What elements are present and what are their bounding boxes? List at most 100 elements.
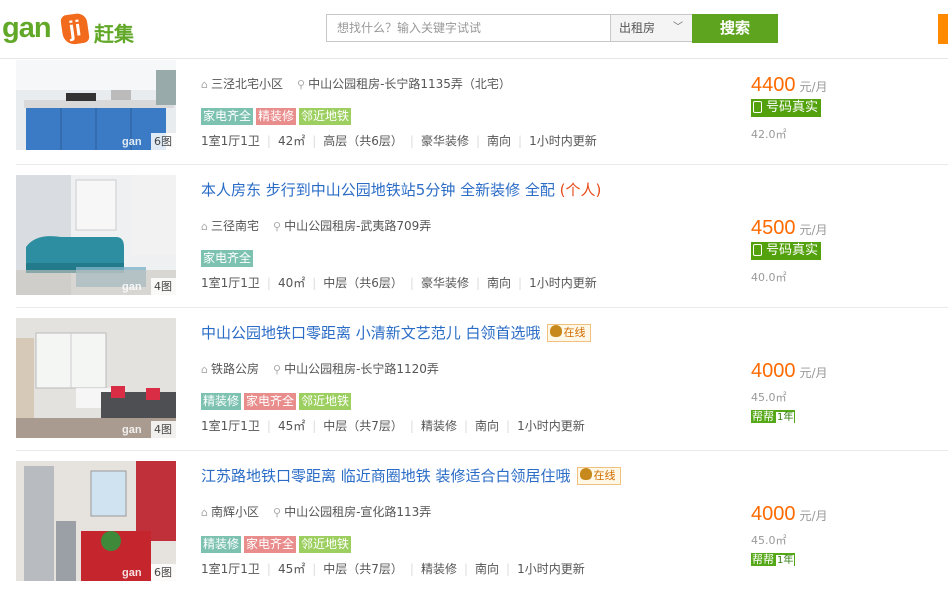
verify-label: 号码真实 bbox=[766, 243, 819, 258]
size: 42㎡ bbox=[277, 134, 306, 148]
listing-address: ⌂ 三径南宅 ⚲ 中山公园租房-武夷路709弄 bbox=[201, 217, 431, 234]
location-pin-icon: ⚲ bbox=[297, 78, 306, 91]
listing-meta: 1室1厅1卫 | 40㎡ | 中层（共6层） | 豪华装修 | 南向 | 1小时内更新 bbox=[201, 276, 597, 290]
living-room-photo bbox=[16, 175, 176, 295]
location-pin-icon: ⚲ bbox=[273, 363, 282, 376]
bangbang-badge[interactable]: 帮帮 1年 bbox=[751, 553, 796, 566]
update-time: 1小时内更新 bbox=[517, 562, 585, 576]
listing-item: gan 6图 ⌂ 三泾北宅小区 ⚲ 中山公园租房-长宁路1135弄（北宅） 家电齐全精… bbox=[0, 30, 948, 173]
update-time: 1小时内更新 bbox=[517, 419, 585, 433]
decoration: 精装修 bbox=[420, 562, 457, 576]
listing-title-text: 江苏路地铁口零距离 临近商圈地铁 装修适合白领居住哦 bbox=[201, 467, 571, 485]
location-pin-icon: ⚲ bbox=[273, 220, 282, 233]
kitchen-photo bbox=[16, 461, 176, 581]
orientation: 南向 bbox=[475, 419, 500, 433]
update-time: 1小时内更新 bbox=[529, 276, 597, 290]
listing-photo[interactable]: gan 6图 bbox=[16, 461, 176, 581]
floor: 高层（共6层） bbox=[323, 134, 403, 148]
listing-area: 42.0㎡ bbox=[751, 128, 787, 141]
personal-label: (个人) bbox=[559, 181, 602, 199]
listing-item: gan 6图 江苏路地铁口零距离 临近商圈地铁 装修适合白领居住哦 在线 ⌂ 南辉小… bbox=[0, 451, 948, 594]
listing-item: gan 4图 本人房东 步行到中山公园地铁站5分钟 全新装修 全配 (个人) ⌂… bbox=[0, 165, 948, 308]
community-name[interactable]: 三泾北宅小区 bbox=[211, 77, 283, 91]
house-icon: ⌂ bbox=[201, 220, 208, 233]
listing-price: 4000 元/月 bbox=[751, 503, 828, 526]
price-value: 4000 bbox=[751, 503, 796, 525]
size: 40㎡ bbox=[277, 276, 306, 290]
tag: 邻近地铁 bbox=[299, 108, 352, 125]
online-label: 在线 bbox=[563, 326, 586, 339]
house-icon: ⌂ bbox=[201, 78, 208, 91]
decoration: 豪华装修 bbox=[420, 276, 469, 290]
listing-photo[interactable]: gan 4图 bbox=[16, 175, 176, 295]
floor: 中层（共7层） bbox=[323, 562, 403, 576]
orientation: 南向 bbox=[487, 276, 512, 290]
listing-area: 40.0㎡ bbox=[751, 271, 787, 284]
price-value: 4400 bbox=[751, 74, 796, 96]
price-unit: 元/月 bbox=[799, 509, 828, 523]
photo-count: 6图 bbox=[151, 564, 176, 581]
listing-area: 45.0㎡ bbox=[751, 534, 787, 547]
listing-address: ⌂ 三泾北宅小区 ⚲ 中山公园租房-长宁路1135弄（北宅） bbox=[201, 75, 511, 92]
listing-title[interactable]: 本人房东 步行到中山公园地铁站5分钟 全新装修 全配 (个人) bbox=[201, 179, 601, 200]
listing-photo[interactable]: gan 6图 bbox=[16, 60, 176, 150]
tag: 精装修 bbox=[201, 536, 242, 553]
decoration: 豪华装修 bbox=[420, 134, 469, 148]
listing-address: ⌂ 南辉小区 ⚲ 中山公园租房-宣化路113弄 bbox=[201, 503, 431, 520]
price-unit: 元/月 bbox=[799, 223, 828, 237]
bangbang-year: 1年 bbox=[776, 412, 795, 423]
bangbang-badge[interactable]: 帮帮 1年 bbox=[751, 410, 796, 423]
location-text[interactable]: 中山公园租房-武夷路709弄 bbox=[284, 219, 431, 233]
online-label: 在线 bbox=[593, 469, 616, 482]
listing-item: gan 4图 中山公园地铁口零距离 小清新文艺范儿 白领首选哦 在线 ⌂ 铁路公房 ⚲… bbox=[0, 308, 948, 451]
tag: 家电齐全 bbox=[201, 108, 254, 125]
orientation: 南向 bbox=[475, 562, 500, 576]
location-text[interactable]: 中山公园租房-长宁路1120弄 bbox=[284, 362, 439, 376]
community-name[interactable]: 南辉小区 bbox=[211, 505, 259, 519]
location-text[interactable]: 中山公园租房-长宁路1135弄（北宅） bbox=[308, 77, 511, 91]
tag: 邻近地铁 bbox=[299, 536, 352, 553]
location-text[interactable]: 中山公园租房-宣化路113弄 bbox=[284, 505, 431, 519]
listing-tags: 家电齐全 精装修 邻近地铁 bbox=[201, 105, 354, 125]
community-name[interactable]: 铁路公房 bbox=[211, 362, 259, 376]
tag: 邻近地铁 bbox=[299, 393, 352, 410]
size: 45㎡ bbox=[277, 419, 306, 433]
listing-price: 4000 元/月 bbox=[751, 360, 828, 383]
living-room-photo bbox=[16, 318, 176, 438]
verified-phone-badge[interactable]: 号码真实 bbox=[751, 242, 822, 260]
tag: 精装修 bbox=[256, 108, 297, 125]
tag: 家电齐全 bbox=[201, 250, 254, 267]
layout: 1室1厅1卫 bbox=[201, 562, 260, 576]
owl-icon bbox=[549, 325, 562, 337]
price-unit: 元/月 bbox=[799, 366, 828, 380]
decoration: 精装修 bbox=[420, 419, 457, 433]
tag: 家电齐全 bbox=[244, 536, 297, 553]
photo-count: 4图 bbox=[151, 278, 176, 295]
tag: 精装修 bbox=[201, 393, 242, 410]
listing-address: ⌂ 铁路公房 ⚲ 中山公园租房-长宁路1120弄 bbox=[201, 360, 439, 377]
floor: 中层（共6层） bbox=[323, 276, 403, 290]
layout: 1室1厅1卫 bbox=[201, 419, 260, 433]
orientation: 南向 bbox=[487, 134, 512, 148]
listing-meta: 1室1厅1卫 | 45㎡ | 中层（共7层） | 精装修 | 南向 | 1小时内更新 bbox=[201, 562, 585, 576]
listing-tags: 家电齐全 bbox=[201, 247, 256, 267]
update-time: 1小时内更新 bbox=[529, 134, 597, 148]
online-badge[interactable]: 在线 bbox=[546, 324, 591, 342]
floor: 中层（共7层） bbox=[323, 419, 403, 433]
listing-title[interactable]: 中山公园地铁口零距离 小清新文艺范儿 白领首选哦 在线 bbox=[201, 322, 591, 343]
size: 45㎡ bbox=[277, 562, 306, 576]
listing-title[interactable]: 江苏路地铁口零距离 临近商圈地铁 装修适合白领居住哦 在线 bbox=[201, 465, 621, 486]
photo-watermark: gan bbox=[122, 567, 142, 579]
bangbang-label: 帮帮 bbox=[752, 410, 774, 423]
listing-photo[interactable]: gan 4图 bbox=[16, 318, 176, 438]
photo-watermark: gan bbox=[122, 136, 142, 148]
online-badge[interactable]: 在线 bbox=[576, 467, 621, 485]
verified-phone-badge[interactable]: 号码真实 bbox=[751, 99, 822, 117]
listing-title-text: 本人房东 步行到中山公园地铁站5分钟 全新装修 全配 bbox=[201, 181, 555, 199]
community-name[interactable]: 三径南宅 bbox=[211, 219, 259, 233]
listing-title-text: 中山公园地铁口零距离 小清新文艺范儿 白领首选哦 bbox=[201, 324, 541, 342]
listing-price: 4500 元/月 bbox=[751, 217, 828, 240]
location-pin-icon: ⚲ bbox=[273, 506, 282, 519]
tag: 家电齐全 bbox=[244, 393, 297, 410]
photo-count: 4图 bbox=[151, 421, 176, 438]
